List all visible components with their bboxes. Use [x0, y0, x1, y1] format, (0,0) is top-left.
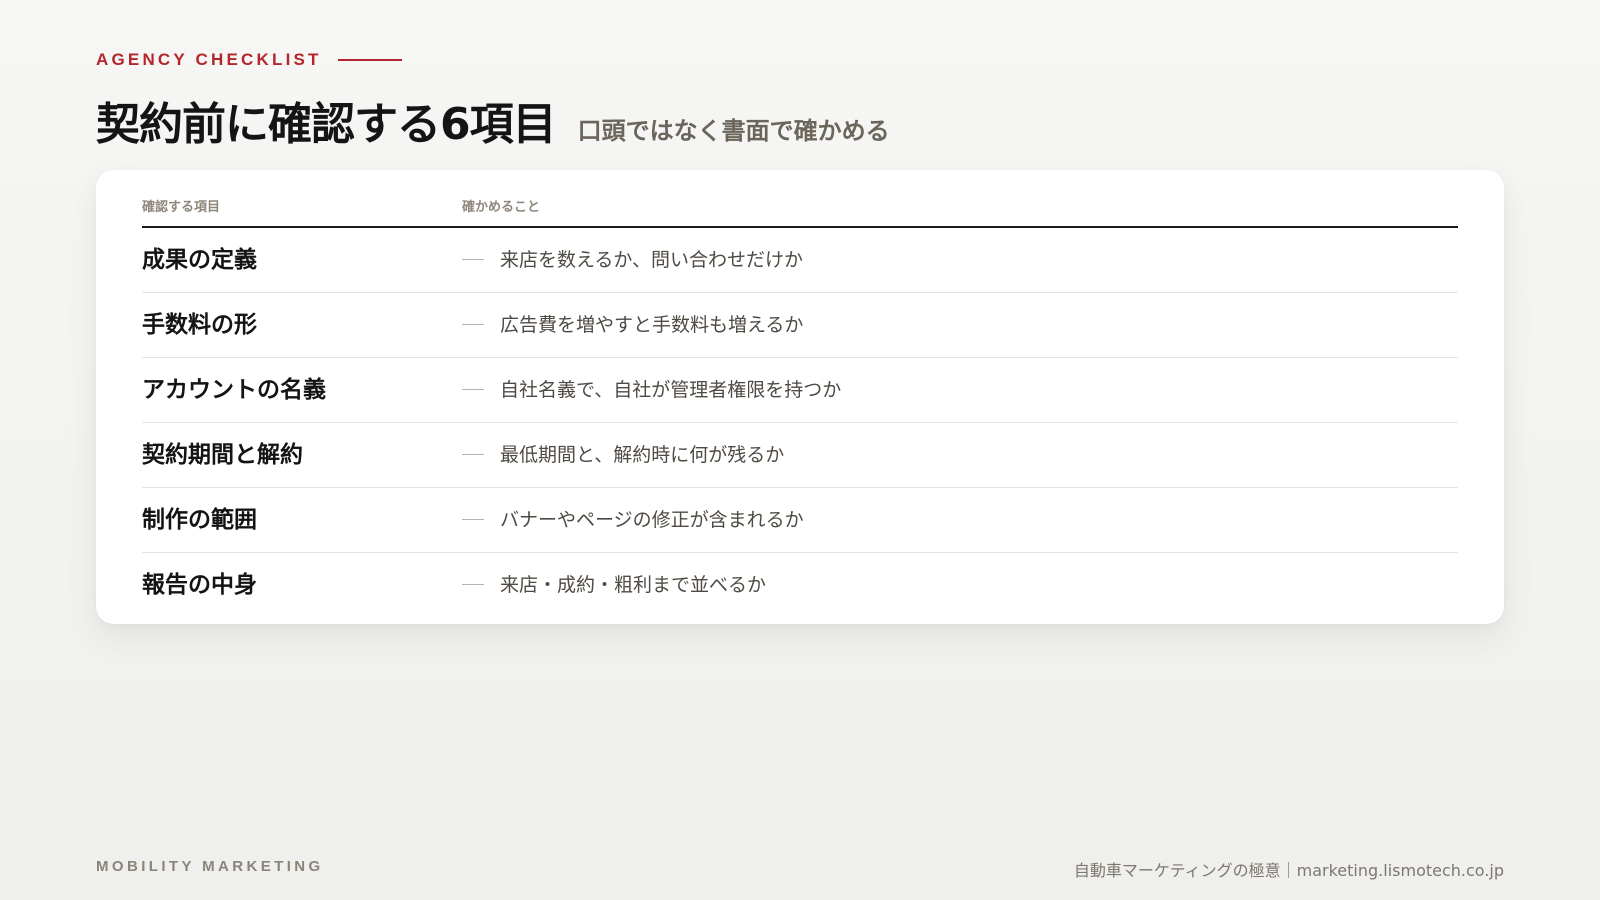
eyebrow-divider	[337, 59, 402, 61]
dash-icon	[462, 454, 484, 455]
page-heading: 契約前に確認する6項目 口頭ではなく書面で確かめる	[96, 88, 890, 152]
footer-brand: MOBILITY MARKETING	[96, 858, 324, 875]
row-item: アカウントの名義	[142, 377, 326, 403]
row-item: 手数料の形	[142, 312, 257, 338]
row-check: 自社名義で、自社が管理者権限を持つか	[500, 379, 842, 401]
row-check: バナーやページの修正が含まれるか	[500, 509, 804, 531]
table-header: 確認する項目 確かめること	[142, 196, 1458, 228]
column-header-item: 確認する項目	[142, 200, 221, 215]
row-check: 最低期間と、解約時に何が残るか	[500, 444, 785, 466]
row-item: 成果の定義	[142, 247, 257, 273]
table-row: アカウントの名義 自社名義で、自社が管理者権限を持つか	[142, 358, 1458, 423]
dash-icon	[462, 389, 484, 390]
dash-icon	[462, 324, 484, 325]
dash-icon	[462, 519, 484, 520]
table-row: 成果の定義 来店を数えるか、問い合わせだけか	[142, 228, 1458, 293]
row-check: 来店を数えるか、問い合わせだけか	[500, 249, 804, 271]
row-item: 報告の中身	[142, 572, 257, 598]
table-row: 制作の範囲 バナーやページの修正が含まれるか	[142, 488, 1458, 553]
footer-site: 自動車マーケティングの極意｜marketing.lismotech.co.jp	[1073, 861, 1504, 880]
table-row: 手数料の形 広告費を増やすと手数料も増えるか	[142, 293, 1458, 358]
page-title: 契約前に確認する6項目	[96, 99, 557, 150]
row-check: 来店・成約・粗利まで並べるか	[500, 574, 767, 596]
row-item: 制作の範囲	[142, 507, 257, 533]
column-header-check: 確かめること	[462, 200, 541, 215]
dash-icon	[462, 259, 484, 260]
row-item: 契約期間と解約	[142, 442, 303, 468]
page-subtitle: 口頭ではなく書面で確かめる	[577, 117, 890, 145]
dash-icon	[462, 584, 484, 585]
table-row: 報告の中身 来店・成約・粗利まで並べるか	[142, 553, 1458, 617]
table-row: 契約期間と解約 最低期間と、解約時に何が残るか	[142, 423, 1458, 488]
checklist-card: 確認する項目 確かめること 成果の定義 来店を数えるか、問い合わせだけか 手数料…	[96, 170, 1504, 624]
row-check: 広告費を増やすと手数料も増えるか	[500, 314, 804, 336]
checklist-rows: 成果の定義 来店を数えるか、問い合わせだけか 手数料の形 広告費を増やすと手数料…	[142, 228, 1458, 617]
eyebrow-label: AGENCY CHECKLIST	[96, 50, 322, 69]
eyebrow: AGENCY CHECKLIST	[96, 50, 402, 70]
